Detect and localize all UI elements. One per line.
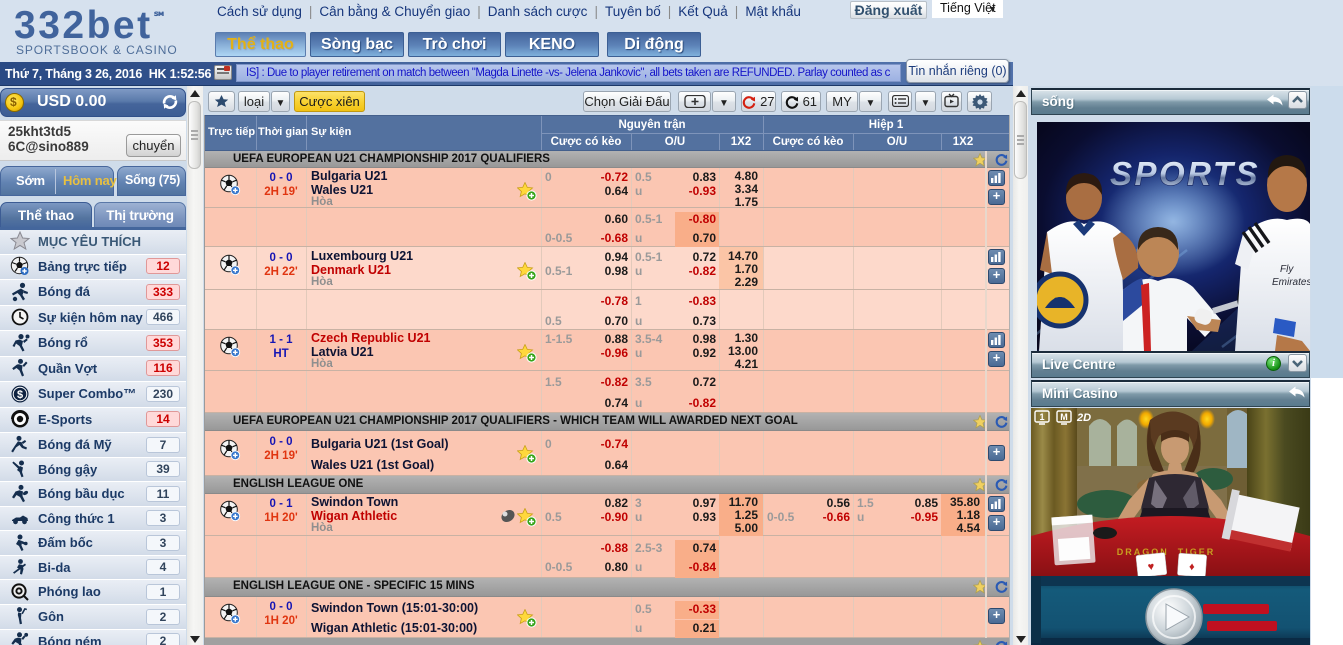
svg-text:30: 30 bbox=[1053, 295, 1067, 309]
svg-text:SPORTS: SPORTS bbox=[1110, 155, 1260, 192]
svg-text:Fly: Fly bbox=[1280, 264, 1294, 275]
svg-text:$: $ bbox=[17, 389, 23, 401]
svg-text:2D: 2D bbox=[1076, 412, 1091, 424]
svg-text:Emirates: Emirates bbox=[1272, 277, 1310, 288]
svg-text:M: M bbox=[1060, 412, 1068, 422]
svg-text:♥: ♥ bbox=[1147, 561, 1155, 574]
svg-text:1: 1 bbox=[1039, 412, 1044, 422]
